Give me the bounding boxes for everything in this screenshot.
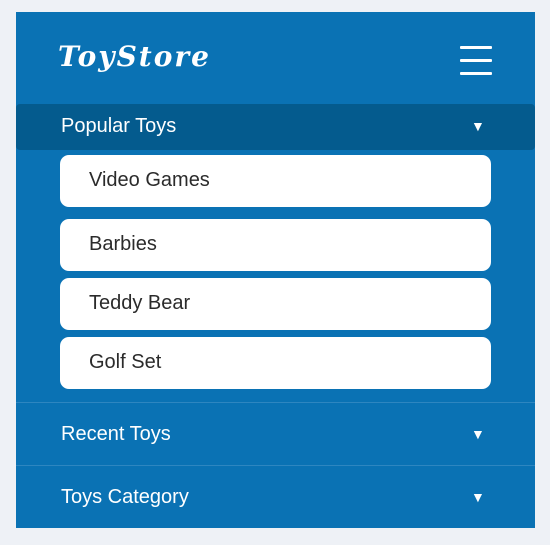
menu-item-label: Teddy Bear [89, 292, 191, 314]
hamburger-menu-icon[interactable] [460, 44, 492, 78]
section-label: Toys Category [61, 486, 189, 508]
caret-down-icon: ▼ [471, 489, 485, 505]
menu-item-golf-set[interactable]: Golf Set [60, 337, 491, 389]
menu-bar [460, 59, 492, 62]
section-toys-category[interactable]: Toys Category ▼ [16, 466, 535, 528]
menu-item-teddy-bear[interactable]: Teddy Bear [60, 278, 491, 330]
nav-header: ToyStore [16, 12, 535, 104]
section-recent-toys[interactable]: Recent Toys ▼ [16, 403, 535, 465]
section-label: Recent Toys [61, 423, 171, 445]
menu-item-label: Golf Set [89, 351, 162, 373]
menu-item-video-games[interactable]: Video Games [60, 155, 491, 207]
caret-down-icon: ▼ [471, 426, 485, 442]
section-popular-toys[interactable]: Popular Toys ▼ [16, 104, 535, 150]
toy-store-nav-panel: ToyStore Popular Toys ▼ Video Games Barb… [16, 12, 535, 528]
menu-item-barbies[interactable]: Barbies [60, 219, 491, 271]
menu-bar [460, 72, 492, 75]
menu-item-label: Video Games [89, 169, 210, 191]
brand-logo[interactable]: ToyStore [58, 40, 211, 73]
caret-down-icon: ▼ [471, 118, 485, 134]
menu-bar [460, 46, 492, 49]
section-label: Popular Toys [61, 115, 177, 137]
menu-item-label: Barbies [89, 233, 157, 255]
